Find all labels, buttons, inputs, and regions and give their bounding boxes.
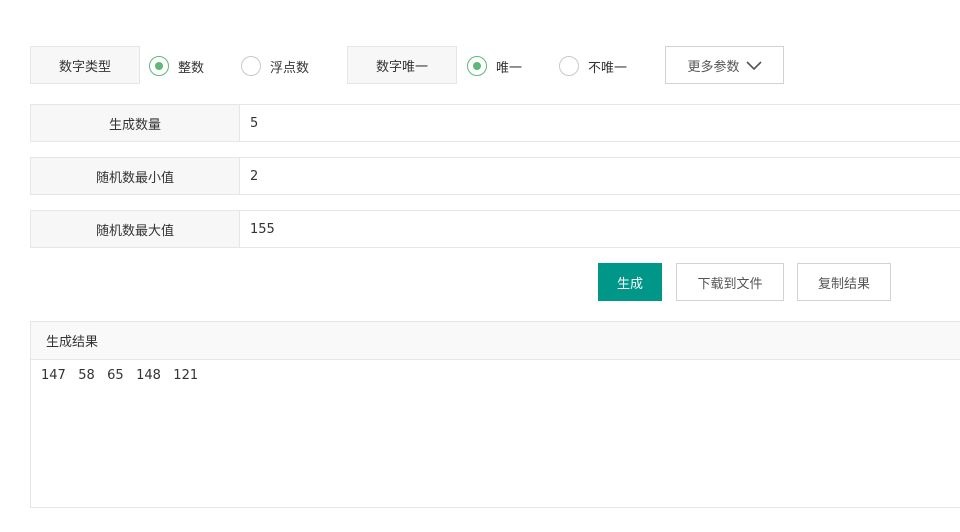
radio-unchecked-icon <box>241 56 261 76</box>
count-label: 生成数量 <box>31 105 240 141</box>
radio-not-unique[interactable]: 不唯一 <box>559 55 627 77</box>
radio-float-label: 浮点数 <box>270 60 310 76</box>
number-type-label: 数字类型 <box>30 46 140 84</box>
chevron-down-icon <box>745 60 762 71</box>
result-textarea[interactable]: 147 58 65 148 121 <box>31 360 960 507</box>
count-row: 生成数量 <box>30 104 960 142</box>
min-row: 随机数最小值 <box>30 157 960 195</box>
radio-unchecked-icon <box>559 56 579 76</box>
copy-result-button[interactable]: 复制结果 <box>797 263 891 301</box>
generate-button[interactable]: 生成 <box>598 263 662 301</box>
radio-float[interactable]: 浮点数 <box>241 55 309 77</box>
unique-label: 数字唯一 <box>347 46 457 84</box>
result-panel: 生成结果 147 58 65 148 121 <box>30 321 960 508</box>
number-type-label-text: 数字类型 <box>58 59 111 75</box>
unique-label-text: 数字唯一 <box>375 59 428 75</box>
radio-checked-icon <box>467 56 487 76</box>
min-label: 随机数最小值 <box>31 158 240 194</box>
more-params-button[interactable]: 更多参数 <box>665 46 784 84</box>
max-label: 随机数最大值 <box>31 211 240 247</box>
max-row: 随机数最大值 <box>30 210 960 248</box>
radio-checked-icon <box>149 56 169 76</box>
radio-unique[interactable]: 唯一 <box>467 55 522 77</box>
radio-not-unique-label: 不唯一 <box>588 60 628 76</box>
radio-unique-label: 唯一 <box>496 60 523 76</box>
radio-integer-label: 整数 <box>178 60 205 76</box>
download-button[interactable]: 下载到文件 <box>676 263 784 301</box>
max-input[interactable] <box>240 211 960 247</box>
count-input[interactable] <box>240 105 960 141</box>
radio-integer[interactable]: 整数 <box>149 55 204 77</box>
result-title: 生成结果 <box>31 322 960 360</box>
more-params-label: 更多参数 <box>687 59 740 75</box>
random-number-generator: 数字类型 整数 浮点数 数字唯一 唯一 不唯一 更多参数 生成数量 随机数最小值 <box>0 0 960 532</box>
min-input[interactable] <box>240 158 960 194</box>
